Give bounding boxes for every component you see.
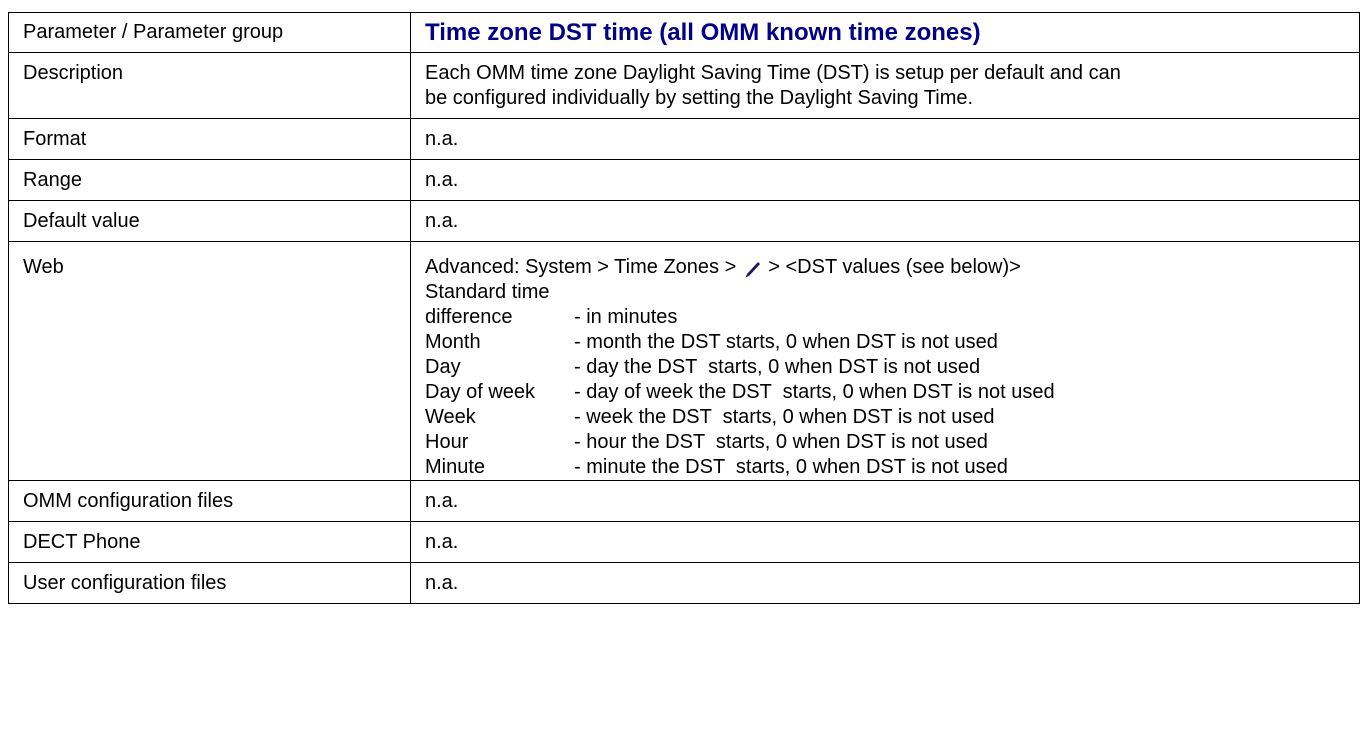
table-row-format: Format n.a. [8, 118, 1360, 160]
table-row-dect-phone: DECT Phone n.a. [8, 521, 1360, 563]
dst-desc: - minute the DST starts, 0 when DST is n… [574, 456, 1008, 478]
dst-values-list: difference - in minutes Month - month the … [425, 305, 1359, 480]
web-value: Advanced: System > Time Zones > > <DST v… [410, 241, 1360, 481]
range-label: Range [8, 159, 411, 201]
dst-name: Minute [425, 456, 486, 478]
user-config-label: User configuration files [8, 562, 411, 604]
web-path-suffix: > <DST values (see below)> [768, 256, 1021, 278]
standard-time-label: Standard time [425, 281, 550, 303]
default-value-label: Default value [8, 200, 411, 242]
pencil-icon [742, 257, 764, 279]
description-line-1: Each OMM time zone Daylight Saving Time … [425, 62, 1121, 84]
default-value-value: n.a. [410, 200, 1360, 242]
dst-row-week: Week - week the DST starts, 0 when DST is… [425, 405, 1359, 430]
web-path-prefix: Advanced: System > Time Zones > [425, 256, 737, 278]
table-row-web: Web Advanced: System > Time Zones > > <D… [8, 241, 1360, 481]
table-row-description: Description Each OMM time zone Daylight … [8, 52, 1360, 119]
dst-name: Hour [425, 431, 469, 453]
user-config-value: n.a. [410, 562, 1360, 604]
omm-config-label: OMM configuration files [8, 480, 411, 522]
web-label: Web [8, 241, 411, 481]
table-row-header: Parameter / Parameter group Time zone DS… [8, 12, 1360, 53]
header-title-cell: Time zone DST time (all OMM known time z… [410, 12, 1360, 53]
omm-config-value: n.a. [410, 480, 1360, 522]
table-row-range: Range n.a. [8, 159, 1360, 201]
dst-name: Month [425, 331, 481, 353]
dst-name: Day [425, 356, 461, 378]
table-row-omm-configuration-files: OMM configuration files n.a. [8, 480, 1360, 522]
dst-desc: - week the DST starts, 0 when DST is not… [574, 406, 995, 428]
range-value: n.a. [410, 159, 1360, 201]
dst-name: Day of week [425, 381, 536, 403]
dst-row-month: Month - month the DST starts, 0 when DST … [425, 330, 1359, 355]
format-value: n.a. [410, 118, 1360, 160]
format-label: Format [8, 118, 411, 160]
table-row-user-configuration-files: User configuration files n.a. [8, 562, 1360, 604]
parameter-table: Parameter / Parameter group Time zone DS… [8, 12, 1360, 604]
dst-name: difference [425, 306, 513, 328]
description-label: Description [8, 52, 411, 119]
dst-row-difference: difference - in minutes [425, 305, 1359, 330]
dst-row-minute: Minute - minute the DST starts, 0 when DS… [425, 455, 1359, 480]
dst-desc: - hour the DST starts, 0 when DST is not… [574, 431, 988, 453]
description-value: Each OMM time zone Daylight Saving Time … [410, 52, 1360, 119]
dst-desc: - day of week the DST starts, 0 when DST… [574, 381, 1055, 403]
dst-desc: - in minutes [574, 306, 678, 328]
web-menu-path: Advanced: System > Time Zones > > <DST v… [425, 255, 1359, 280]
dst-row-hour: Hour - hour the DST starts, 0 when DST is… [425, 430, 1359, 455]
dect-phone-label: DECT Phone [8, 521, 411, 563]
dst-name: Week [425, 406, 476, 428]
header-label: Parameter / Parameter group [8, 12, 411, 53]
table-row-default-value: Default value n.a. [8, 200, 1360, 242]
parameter-title: Time zone DST time (all OMM known time z… [425, 19, 981, 46]
dect-phone-value: n.a. [410, 521, 1360, 563]
dst-row-day: Day - day the DST starts, 0 when DST is n… [425, 355, 1359, 380]
dst-desc: - month the DST starts, 0 when DST is no… [574, 331, 998, 353]
dst-desc: - day the DST starts, 0 when DST is not … [574, 356, 981, 378]
dst-row-day-of-week: Day of week - day of week the DST starts,… [425, 380, 1359, 405]
description-line-2: be configured individually by setting th… [425, 87, 974, 109]
